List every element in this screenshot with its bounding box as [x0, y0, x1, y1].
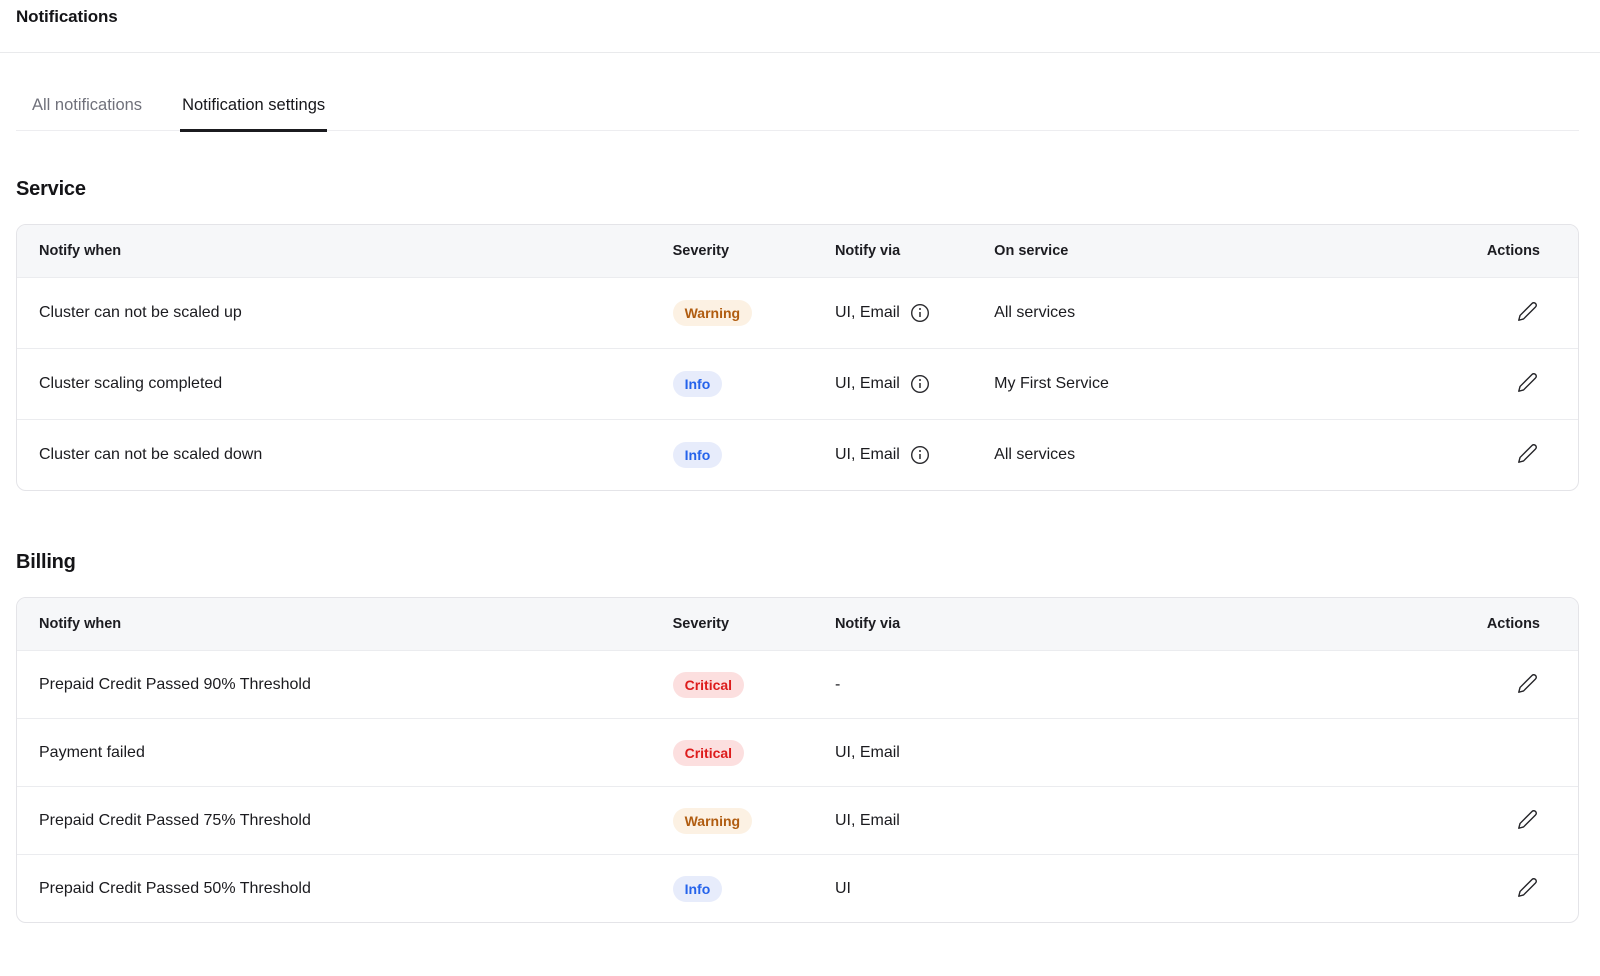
- notify-via-value: -: [835, 650, 1458, 718]
- table-row: Prepaid Credit Passed 90% Threshold Crit…: [17, 650, 1578, 718]
- notify-when-cell: Cluster can not be scaled down: [17, 419, 673, 490]
- severity-badge: Warning: [673, 300, 752, 326]
- on-service-cell: My First Service: [994, 348, 1458, 419]
- notify-when-cell: Prepaid Credit Passed 90% Threshold: [17, 650, 673, 718]
- column-header-severity: Severity: [673, 598, 835, 650]
- column-header-notify-via: Notify via: [835, 225, 994, 277]
- on-service-cell: All services: [994, 419, 1458, 490]
- notify-via-value: UI, Email: [835, 446, 900, 464]
- actions-cell-empty: [1458, 718, 1578, 786]
- billing-table: Notify when Severity Notify via Actions …: [17, 598, 1578, 922]
- tab-notification-settings[interactable]: Notification settings: [180, 96, 327, 130]
- pencil-icon: [1517, 443, 1538, 464]
- tab-all-notifications[interactable]: All notifications: [30, 96, 144, 130]
- column-header-notify-when: Notify when: [17, 225, 673, 277]
- notify-when-cell: Cluster can not be scaled up: [17, 277, 673, 348]
- severity-badge: Critical: [673, 740, 744, 766]
- severity-badge: Info: [673, 442, 723, 468]
- tabs-bar: All notifications Notification settings: [16, 53, 1579, 131]
- service-table-card: Notify when Severity Notify via On servi…: [16, 224, 1579, 491]
- pencil-icon: [1517, 372, 1538, 393]
- pencil-icon: [1517, 809, 1538, 830]
- table-row: Cluster can not be scaled down Info UI, …: [17, 419, 1578, 490]
- page-title: Notifications: [16, 7, 1584, 27]
- notify-via-value: UI, Email: [835, 718, 1458, 786]
- column-header-actions: Actions: [1458, 225, 1578, 277]
- billing-header-row: Notify when Severity Notify via Actions: [17, 598, 1578, 650]
- edit-button[interactable]: [1515, 370, 1540, 395]
- severity-badge: Critical: [673, 672, 744, 698]
- section-heading-service: Service: [16, 178, 1584, 201]
- severity-badge: Warning: [673, 808, 752, 834]
- edit-button[interactable]: [1515, 671, 1540, 696]
- notify-via-value: UI: [835, 854, 1458, 922]
- column-header-actions: Actions: [1458, 598, 1578, 650]
- pencil-icon: [1517, 877, 1538, 898]
- on-service-cell: All services: [994, 277, 1458, 348]
- notify-when-cell: Prepaid Credit Passed 75% Threshold: [17, 786, 673, 854]
- notify-when-cell: Payment failed: [17, 718, 673, 786]
- table-row: Cluster can not be scaled up Warning UI,…: [17, 277, 1578, 348]
- info-icon[interactable]: [910, 374, 930, 394]
- notify-via-value: UI, Email: [835, 304, 900, 322]
- severity-badge: Info: [673, 371, 723, 397]
- page-header: Notifications: [0, 0, 1600, 53]
- edit-button[interactable]: [1515, 441, 1540, 466]
- column-header-severity: Severity: [673, 225, 835, 277]
- section-heading-billing: Billing: [16, 551, 1584, 574]
- pencil-icon: [1517, 301, 1538, 322]
- notify-via-value: UI, Email: [835, 375, 900, 393]
- edit-button[interactable]: [1515, 875, 1540, 900]
- column-header-notify-via: Notify via: [835, 598, 1458, 650]
- info-icon[interactable]: [910, 303, 930, 323]
- column-header-on-service: On service: [994, 225, 1458, 277]
- table-row: Prepaid Credit Passed 75% Threshold Warn…: [17, 786, 1578, 854]
- column-header-notify-when: Notify when: [17, 598, 673, 650]
- table-row: Prepaid Credit Passed 50% Threshold Info…: [17, 854, 1578, 922]
- edit-button[interactable]: [1515, 299, 1540, 324]
- service-table: Notify when Severity Notify via On servi…: [17, 225, 1578, 490]
- edit-button[interactable]: [1515, 807, 1540, 832]
- pencil-icon: [1517, 673, 1538, 694]
- table-row: Cluster scaling completed Info UI, Email…: [17, 348, 1578, 419]
- billing-table-card: Notify when Severity Notify via Actions …: [16, 597, 1579, 923]
- service-header-row: Notify when Severity Notify via On servi…: [17, 225, 1578, 277]
- severity-badge: Info: [673, 876, 723, 902]
- info-icon[interactable]: [910, 445, 930, 465]
- table-row: Payment failed Critical UI, Email: [17, 718, 1578, 786]
- notify-when-cell: Cluster scaling completed: [17, 348, 673, 419]
- notify-when-cell: Prepaid Credit Passed 50% Threshold: [17, 854, 673, 922]
- notify-via-value: UI, Email: [835, 786, 1458, 854]
